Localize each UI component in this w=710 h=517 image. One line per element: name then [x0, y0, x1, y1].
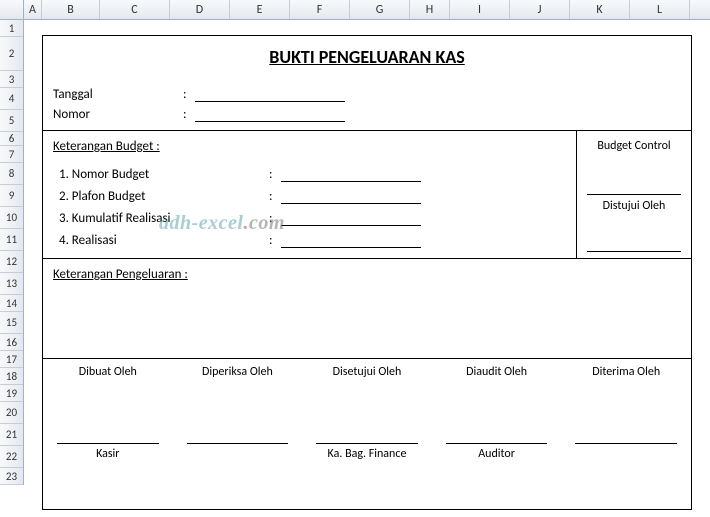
column-header-g[interactable]: G — [350, 0, 410, 19]
signature-col-4: Diaudit Oleh Auditor — [432, 359, 562, 467]
approved-by-label: Distujui Oleh — [581, 195, 687, 217]
row-header-12[interactable]: 12 — [0, 251, 23, 273]
sig-head: Diperiksa Oleh — [177, 365, 299, 385]
row-header-23[interactable]: 23 — [0, 468, 23, 485]
signature-col-2: Diperiksa Oleh — [173, 359, 303, 467]
form-container: BUKTI PENGELUARAN KAS Tanggal : Nomor : … — [42, 35, 692, 510]
column-header-e[interactable]: E — [230, 0, 290, 19]
row-header-8[interactable]: 8 — [0, 163, 23, 185]
column-header-f[interactable]: F — [290, 0, 350, 19]
row-header-21[interactable]: 21 — [0, 424, 23, 446]
row-header-9[interactable]: 9 — [0, 185, 23, 207]
row-header-17[interactable]: 17 — [0, 351, 23, 368]
label-tanggal: Tanggal — [53, 87, 183, 102]
input-line — [281, 212, 421, 226]
select-all-corner[interactable] — [0, 0, 24, 19]
budget-left: Keterangan Budget : 1. Nomor Budget:2. P… — [43, 131, 576, 258]
input-line-tanggal — [195, 88, 345, 102]
budget-title: Keterangan Budget : — [53, 139, 566, 154]
budget-item-label: 2. Plafon Budget — [59, 189, 269, 204]
sig-role — [177, 445, 299, 463]
signature-col-3: Disetujui Oleh Ka. Bag. Finance — [302, 359, 432, 467]
budget-item-1: 1. Nomor Budget: — [53, 160, 566, 182]
pengeluaran-title: Keterangan Pengeluaran : — [53, 267, 681, 282]
row-header-16[interactable]: 16 — [0, 334, 23, 351]
row-header-4[interactable]: 4 — [0, 88, 23, 110]
column-header-c[interactable]: C — [100, 0, 170, 19]
colon: : — [269, 167, 281, 182]
column-header-l[interactable]: L — [630, 0, 690, 19]
form-title: BUKTI PENGELUARAN KAS — [43, 36, 691, 82]
input-line — [281, 190, 421, 204]
sig-role — [565, 445, 687, 463]
row-header-22[interactable]: 22 — [0, 446, 23, 468]
column-header-b[interactable]: B — [42, 0, 100, 19]
row-header-7[interactable]: 7 — [0, 146, 23, 163]
colon: : — [269, 233, 281, 248]
row-header-5[interactable]: 5 — [0, 110, 23, 132]
input-line-nomor — [195, 108, 345, 122]
column-header-a[interactable]: A — [24, 0, 42, 19]
section-budget: Keterangan Budget : 1. Nomor Budget:2. P… — [43, 131, 691, 259]
sig-head: Diaudit Oleh — [436, 365, 558, 385]
signature-line — [587, 251, 681, 252]
budget-item-3: 3. Kumulatif Realisasi: — [53, 204, 566, 226]
label-nomor: Nomor — [53, 107, 183, 122]
header-fields: Tanggal : Nomor : — [43, 82, 691, 130]
row-header-13[interactable]: 13 — [0, 273, 23, 295]
colon: : — [183, 107, 195, 122]
row-header-1[interactable]: 1 — [0, 20, 23, 37]
column-header-h[interactable]: H — [410, 0, 450, 19]
budget-item-2: 2. Plafon Budget: — [53, 182, 566, 204]
row-header-10[interactable]: 10 — [0, 207, 23, 229]
budget-item-4: 4. Realisasi: — [53, 226, 566, 248]
column-header-i[interactable]: I — [450, 0, 510, 19]
field-nomor: Nomor : — [53, 102, 681, 122]
row-header-2[interactable]: 2 — [0, 37, 23, 71]
budget-item-label: 4. Realisasi — [59, 233, 269, 248]
sig-role: Auditor — [436, 445, 558, 463]
row-headers: 1234567891011121314151617181920212223 — [0, 20, 24, 485]
budget-item-label: 3. Kumulatif Realisasi — [59, 211, 269, 226]
row-header-11[interactable]: 11 — [0, 229, 23, 251]
section-pengeluaran: Keterangan Pengeluaran : — [43, 259, 691, 359]
row-header-6[interactable]: 6 — [0, 132, 23, 146]
colon: : — [269, 189, 281, 204]
signature-col-1: Dibuat Oleh Kasir — [43, 359, 173, 467]
row-header-3[interactable]: 3 — [0, 71, 23, 88]
colon: : — [269, 211, 281, 226]
column-header-k[interactable]: K — [570, 0, 630, 19]
row-header-19[interactable]: 19 — [0, 385, 23, 402]
signature-table: Dibuat OlehKasirDiperiksa OlehDisetujui … — [43, 359, 691, 467]
column-header-d[interactable]: D — [170, 0, 230, 19]
budget-control-box: Budget Control Distujui Oleh — [576, 131, 691, 258]
input-line — [281, 168, 421, 182]
row-header-15[interactable]: 15 — [0, 312, 23, 334]
budget-item-label: 1. Nomor Budget — [59, 167, 269, 182]
signature-col-5: Diterima Oleh — [561, 359, 691, 467]
budget-control-label: Budget Control — [581, 137, 687, 159]
row-header-14[interactable]: 14 — [0, 295, 23, 312]
colon: : — [183, 87, 195, 102]
column-header-j[interactable]: J — [510, 0, 570, 19]
field-tanggal: Tanggal : — [53, 82, 681, 102]
input-line — [281, 234, 421, 248]
sig-role: Kasir — [47, 445, 169, 463]
spreadsheet-grid[interactable]: BUKTI PENGELUARAN KAS Tanggal : Nomor : … — [24, 20, 710, 517]
sig-head: Disetujui Oleh — [306, 365, 428, 385]
sig-head: Diterima Oleh — [565, 365, 687, 385]
row-header-18[interactable]: 18 — [0, 368, 23, 385]
sig-role: Ka. Bag. Finance — [306, 445, 428, 463]
column-headers: ABCDEFGHIJKL — [0, 0, 710, 20]
row-header-20[interactable]: 20 — [0, 402, 23, 424]
sig-head: Dibuat Oleh — [47, 365, 169, 385]
